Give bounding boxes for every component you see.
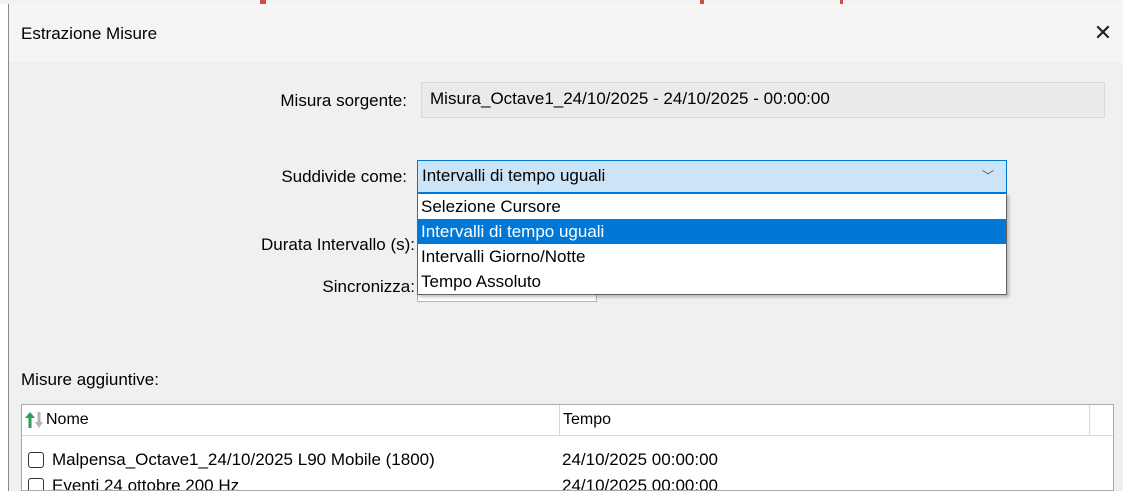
table-row[interactable]: Malpensa_Octave1_24/10/2025 L90 Mobile (…: [22, 447, 1113, 473]
duration-label: Durata Intervallo (s):: [261, 235, 415, 254]
dropdown-option-selected[interactable]: Intervalli di tempo uguali: [418, 219, 1006, 244]
sync-label: Sincronizza:: [322, 277, 415, 296]
dropdown-option[interactable]: Tempo Assoluto: [418, 269, 1006, 294]
title-bar: Estrazione Misure ✕: [9, 4, 1123, 62]
dialog-window: Estrazione Misure ✕ Misura sorgente: Mis…: [8, 4, 1123, 491]
row-time: 24/10/2025 00:00:00: [562, 476, 718, 491]
row-checkbox[interactable]: [28, 478, 44, 490]
source-field: Misura_Octave1_24/10/2025 - 24/10/2025 -…: [421, 82, 1105, 118]
dropdown-option[interactable]: Intervalli Giorno/Notte: [418, 244, 1006, 269]
source-label: Misura sorgente:: [280, 91, 407, 110]
column-name-label: Nome: [46, 411, 89, 428]
column-time-label: Tempo: [563, 411, 612, 428]
split-combobox[interactable]: Intervalli di tempo uguali ﹀: [417, 160, 1007, 193]
sort-arrows-icon: [25, 412, 43, 428]
dialog-title: Estrazione Misure: [21, 24, 158, 43]
table-row[interactable]: Eventi 24 ottobre 200 Hz 24/10/2025 00:0…: [22, 473, 1113, 491]
column-header-name[interactable]: Nome: [22, 405, 560, 435]
split-dropdown-list: Selezione Cursore Intervalli di tempo ug…: [417, 193, 1007, 295]
row-name: Eventi 24 ottobre 200 Hz: [52, 476, 240, 491]
column-header-time[interactable]: Tempo: [560, 405, 1090, 435]
chevron-down-icon[interactable]: ﹀: [982, 167, 994, 184]
row-checkbox[interactable]: [28, 452, 44, 468]
measures-table: Nome Tempo Malpensa_Octave1_24/10/2025 L…: [21, 404, 1114, 491]
dropdown-option[interactable]: Selezione Cursore: [418, 194, 1006, 219]
table-header: Nome Tempo: [22, 405, 1113, 436]
row-name: Malpensa_Octave1_24/10/2025 L90 Mobile (…: [52, 450, 435, 469]
additional-measures-label: Misure aggiuntive:: [21, 370, 159, 389]
row-time: 24/10/2025 00:00:00: [562, 450, 718, 469]
split-combobox-value: Intervalli di tempo uguali: [422, 166, 606, 185]
close-icon[interactable]: ✕: [1088, 18, 1118, 48]
split-label: Suddivide come:: [281, 167, 407, 186]
